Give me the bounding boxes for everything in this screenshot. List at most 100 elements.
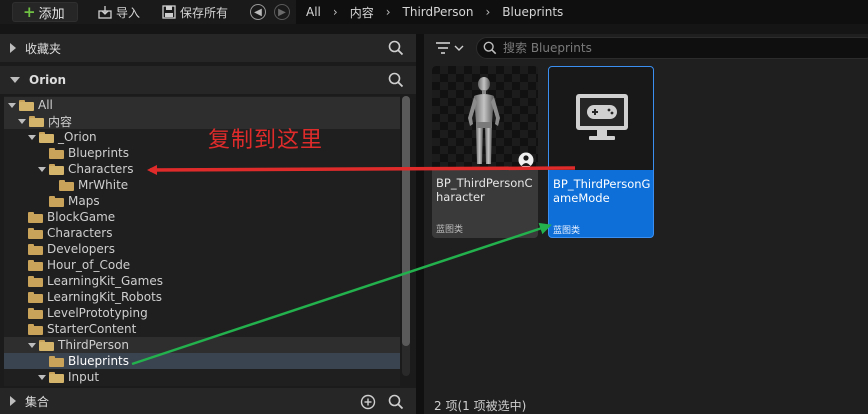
breadcrumb-thirdperson[interactable]: ThirdPerson [403,5,474,19]
tree-item[interactable]: Characters [4,225,400,241]
folder-icon [28,243,43,255]
folder-icon [28,227,43,239]
search-icon[interactable] [388,72,404,88]
folder-open-icon [39,131,54,143]
collections-label: 集合 [25,394,50,409]
tree-item-label: Maps [68,194,100,208]
tree-item-label: BlockGame [47,210,116,224]
breadcrumb-blueprints[interactable]: Blueprints [502,5,563,19]
add-collection-icon[interactable] [360,394,376,410]
breadcrumb-separator-icon[interactable]: › [386,5,391,19]
favorites-header[interactable]: 收藏夹 [0,34,416,62]
breadcrumb-content[interactable]: 内容 [350,4,374,21]
add-button[interactable]: + 添加 [12,2,78,22]
asset-tile-gamemode[interactable]: BP_ThirdPersonGameMode 蓝图类 [548,66,654,238]
add-button-label: 添加 [38,6,65,22]
folder-icon [49,147,64,159]
asset-thumbnail [549,67,653,171]
tree-item-label: LevelPrototyping [47,306,148,320]
tree-item-label: Blueprints [68,146,130,160]
filter-icon[interactable] [434,41,464,55]
asset-type: 蓝图类 [436,225,464,235]
tree-item[interactable]: Input [4,369,400,385]
tree-item[interactable]: Blueprints [4,353,400,369]
tree-item[interactable]: Maps [4,193,400,209]
breadcrumb-separator-icon[interactable]: › [485,5,490,19]
import-button[interactable]: 导入 [98,3,140,21]
top-toolbar: + 添加 导入 保存所有 ◀ ▶ All › 内容 › ThirdPerson … [0,0,868,24]
tree-item[interactable]: 内容 [4,113,400,129]
tree-item[interactable]: BlockGame [4,209,400,225]
collapsed-arrow-icon [10,396,16,406]
save-all-button-label: 保存所有 [180,5,229,20]
panel-splitter[interactable] [416,34,424,414]
import-icon [98,6,112,19]
expanded-arrow-icon[interactable] [8,102,16,108]
save-icon [162,5,176,19]
folder-icon [28,259,43,271]
tree-item-label: Hour_of_Code [47,258,131,272]
asset-type: 蓝图类 [553,226,581,236]
plus-icon: + [23,3,36,21]
asset-thumbnail [432,66,538,170]
tree-scrollbar-thumb[interactable] [402,96,410,346]
import-button-label: 导入 [116,5,141,20]
tree-item-label: _Orion [58,130,97,144]
tree-item-label: 内容 [48,114,73,129]
favorites-label: 收藏夹 [25,41,62,56]
folder-open-icon [19,99,34,111]
folder-open-icon [29,115,44,127]
forward-button[interactable]: ▶ [274,4,290,20]
tree-item[interactable]: Characters [4,161,400,177]
folder-icon [28,275,43,287]
asset-search-box[interactable] [476,37,868,59]
back-button[interactable]: ◀ [250,4,266,20]
expanded-arrow-icon[interactable] [18,118,26,124]
tree-item-label: Input [68,370,100,384]
forward-arrow-icon: ▶ [278,6,286,18]
tree-item[interactable]: _Orion [4,129,400,145]
tree-item-label: ThirdPerson [58,338,129,352]
tree-scrollbar[interactable] [402,96,410,376]
sources-panel: 收藏夹 Orion All 内容 _Orion Blueprints Character… [0,34,416,414]
collapsed-arrow-icon [10,43,16,53]
character-badge-icon [518,152,534,168]
folder-icon [28,307,43,319]
asset-name: BP_ThirdPersonGameMode [553,177,651,205]
folder-icon [49,355,64,367]
project-header[interactable]: Orion [0,66,416,94]
expanded-arrow-icon[interactable] [38,374,46,380]
collections-header[interactable]: 集合 [0,388,416,414]
breadcrumb-separator-icon[interactable]: › [333,5,338,19]
tree-item[interactable]: Hour_of_Code [4,257,400,273]
breadcrumb-all[interactable]: All [306,5,321,19]
expanded-arrow-icon[interactable] [28,134,36,140]
expanded-arrow-icon[interactable] [38,166,46,172]
search-icon[interactable] [388,394,404,410]
search-icon [483,41,497,55]
tree-item[interactable]: Developers [4,241,400,257]
tree-item[interactable]: LearningKit_Games [4,273,400,289]
tree-item[interactable]: ThirdPerson [4,337,400,353]
asset-search-input[interactable] [503,41,843,55]
status-bar-text: 2 项(1 项被选中) [434,399,527,413]
game-mode-icon [576,94,628,140]
tree-item[interactable]: LevelPrototyping [4,305,400,321]
folder-icon [49,195,64,207]
project-label: Orion [29,73,67,87]
save-all-button[interactable]: 保存所有 [162,3,228,21]
tree-item-label: Developers [47,242,115,256]
expanded-arrow-icon[interactable] [28,342,36,348]
search-icon[interactable] [388,40,404,56]
folder-open-icon [49,163,64,175]
folder-icon [28,211,43,223]
breadcrumb: All › 内容 › ThirdPerson › Blueprints [296,0,868,24]
expanded-arrow-icon [10,77,20,83]
tree-item[interactable]: StarterContent [4,321,400,337]
asset-tile-character[interactable]: BP_ThirdPersonCharacter 蓝图类 [432,66,538,238]
tree-item[interactable]: MrWhite [4,177,400,193]
tree-item[interactable]: Blueprints [4,145,400,161]
tree-item-label: LearningKit_Robots [47,290,163,304]
tree-item[interactable]: LearningKit_Robots [4,289,400,305]
tree-item[interactable]: All [4,97,400,113]
